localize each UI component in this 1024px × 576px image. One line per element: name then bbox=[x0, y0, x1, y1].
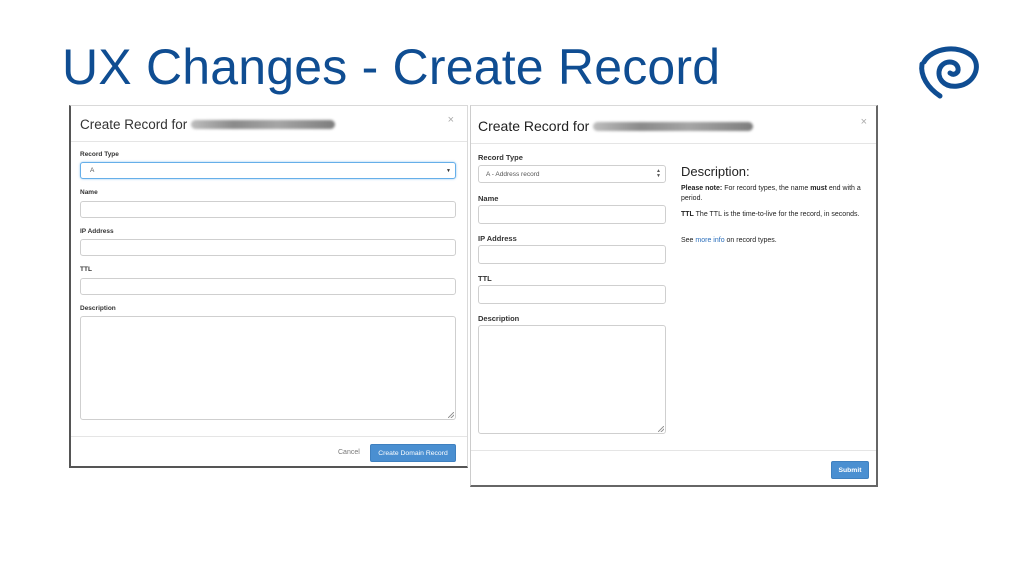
name-label: Name bbox=[478, 194, 499, 203]
help-see-text-2: on record types. bbox=[724, 237, 777, 244]
old-create-record-modal: Create Record for × Record Type A ▼ Name… bbox=[69, 105, 468, 468]
slide-title: UX Changes - Create Record bbox=[62, 39, 721, 95]
description-label: Description bbox=[80, 305, 116, 312]
help-see-text: See bbox=[681, 237, 696, 244]
ip-address-input[interactable] bbox=[478, 245, 666, 264]
close-icon[interactable]: × bbox=[448, 114, 454, 126]
close-icon[interactable]: × bbox=[861, 116, 867, 128]
modal-footer: Cancel Create Domain Record bbox=[71, 436, 467, 468]
ip-address-input[interactable] bbox=[80, 239, 456, 256]
record-type-label: Record Type bbox=[478, 153, 523, 162]
modal-title-text: Create Record for bbox=[478, 118, 590, 134]
ttl-label: TTL bbox=[478, 274, 492, 283]
redacted-domain-name bbox=[593, 121, 754, 131]
more-info-link[interactable]: more info bbox=[695, 237, 724, 244]
resize-grip-icon[interactable] bbox=[448, 412, 454, 418]
name-label: Name bbox=[80, 189, 98, 196]
caret-down-icon: ▼ bbox=[446, 168, 451, 174]
help-title: Description: bbox=[681, 164, 750, 179]
help-ttl-label: TTL bbox=[681, 211, 694, 218]
record-type-select[interactable]: A - Address record ▲ ▼ bbox=[478, 165, 666, 183]
record-type-select[interactable]: A ▼ bbox=[80, 162, 456, 179]
help-note-must: must bbox=[810, 185, 827, 192]
help-ttl-text: The TTL is the time-to-live for the reco… bbox=[693, 211, 860, 218]
modal-title-text: Create Record for bbox=[80, 117, 188, 132]
ttl-input[interactable] bbox=[478, 285, 666, 304]
record-type-value: A - Address record bbox=[486, 170, 540, 178]
help-note-label: Please note: bbox=[681, 185, 723, 192]
modal-header: Create Record for × bbox=[71, 106, 467, 142]
resize-grip-icon[interactable] bbox=[658, 426, 664, 432]
modal-footer: Submit bbox=[471, 450, 876, 486]
name-input[interactable] bbox=[478, 205, 666, 224]
name-input[interactable] bbox=[80, 201, 456, 218]
cancel-button[interactable]: Cancel bbox=[338, 449, 360, 456]
description-textarea[interactable] bbox=[478, 325, 666, 434]
modal-header: Create Record for × bbox=[471, 106, 876, 144]
help-note-text-1: For record types, the name bbox=[722, 185, 811, 192]
record-type-value: A bbox=[90, 167, 95, 174]
record-type-label: Record Type bbox=[80, 151, 119, 158]
description-label: Description bbox=[478, 314, 520, 323]
description-textarea[interactable] bbox=[80, 316, 456, 420]
select-arrows-icon: ▲ ▼ bbox=[656, 168, 661, 179]
submit-button[interactable]: Submit bbox=[831, 461, 869, 479]
new-create-record-modal: Create Record for × Record Type A - Addr… bbox=[470, 105, 878, 487]
ip-address-label: IP Address bbox=[478, 234, 517, 243]
ttl-label: TTL bbox=[80, 266, 92, 273]
create-domain-record-button[interactable]: Create Domain Record bbox=[370, 444, 456, 462]
redacted-domain-name bbox=[191, 120, 336, 129]
ip-address-label: IP Address bbox=[80, 228, 114, 235]
help-note: Please note: For record types, the name … bbox=[681, 184, 871, 204]
modal-title: Create Record for bbox=[80, 117, 336, 132]
help-ttl: TTL The TTL is the time-to-live for the … bbox=[681, 210, 871, 220]
company-logo-icon bbox=[919, 46, 979, 99]
help-see-more: See more info on record types. bbox=[681, 236, 871, 246]
modal-title: Create Record for bbox=[478, 118, 754, 134]
ttl-input[interactable] bbox=[80, 278, 456, 295]
